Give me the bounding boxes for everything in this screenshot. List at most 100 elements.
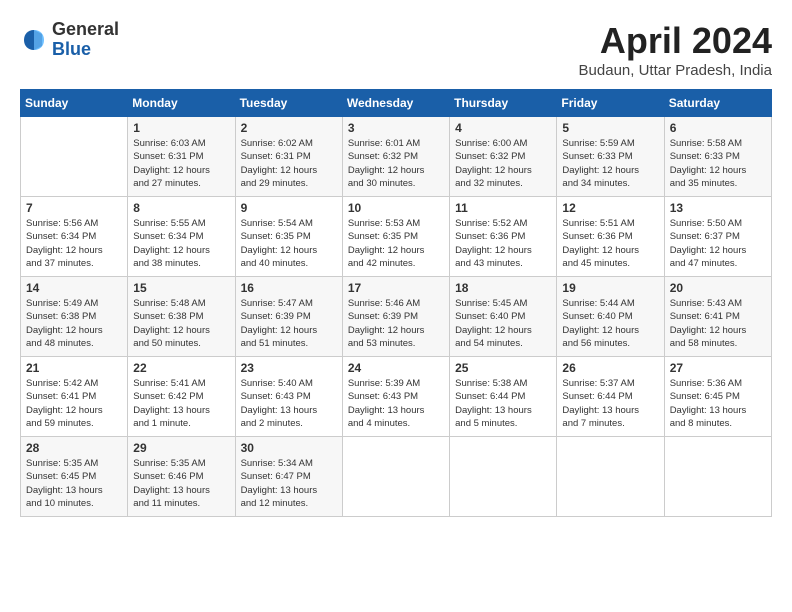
- cell-info: Sunrise: 5:46 AM Sunset: 6:39 PM Dayligh…: [348, 297, 444, 350]
- logo: General Blue: [20, 20, 119, 60]
- month-title: April 2024: [579, 20, 772, 62]
- cell-info: Sunrise: 5:34 AM Sunset: 6:47 PM Dayligh…: [241, 457, 337, 510]
- calendar-cell: 30 Sunrise: 5:34 AM Sunset: 6:47 PM Dayli…: [235, 437, 342, 517]
- cell-info: Sunrise: 5:47 AM Sunset: 6:39 PM Dayligh…: [241, 297, 337, 350]
- cell-info: Sunrise: 5:54 AM Sunset: 6:35 PM Dayligh…: [241, 217, 337, 270]
- cell-info: Sunrise: 5:52 AM Sunset: 6:36 PM Dayligh…: [455, 217, 551, 270]
- col-header-sunday: Sunday: [21, 90, 128, 117]
- day-number: 2: [241, 121, 337, 135]
- col-header-saturday: Saturday: [664, 90, 771, 117]
- cell-info: Sunrise: 5:35 AM Sunset: 6:45 PM Dayligh…: [26, 457, 122, 510]
- day-number: 17: [348, 281, 444, 295]
- cell-info: Sunrise: 5:41 AM Sunset: 6:42 PM Dayligh…: [133, 377, 229, 430]
- calendar-cell: 20 Sunrise: 5:43 AM Sunset: 6:41 PM Dayli…: [664, 277, 771, 357]
- day-number: 7: [26, 201, 122, 215]
- calendar-cell: [557, 437, 664, 517]
- day-number: 22: [133, 361, 229, 375]
- day-number: 16: [241, 281, 337, 295]
- calendar-cell: 6 Sunrise: 5:58 AM Sunset: 6:33 PM Daylig…: [664, 117, 771, 197]
- cell-info: Sunrise: 5:35 AM Sunset: 6:46 PM Dayligh…: [133, 457, 229, 510]
- cell-info: Sunrise: 6:03 AM Sunset: 6:31 PM Dayligh…: [133, 137, 229, 190]
- page-header: General Blue April 2024 Budaun, Uttar Pr…: [20, 20, 772, 79]
- calendar-cell: 7Sunrise: 5:56 AM Sunset: 6:34 PM Daylig…: [21, 197, 128, 277]
- calendar-cell: [450, 437, 557, 517]
- calendar-cell: 5 Sunrise: 5:59 AM Sunset: 6:33 PM Daylig…: [557, 117, 664, 197]
- cell-info: Sunrise: 5:50 AM Sunset: 6:37 PM Dayligh…: [670, 217, 766, 270]
- day-number: 25: [455, 361, 551, 375]
- col-header-monday: Monday: [128, 90, 235, 117]
- calendar-cell: 15 Sunrise: 5:48 AM Sunset: 6:38 PM Dayli…: [128, 277, 235, 357]
- calendar-cell: 28 Sunrise: 5:35 AM Sunset: 6:45 PM Dayli…: [21, 437, 128, 517]
- cell-info: Sunrise: 5:51 AM Sunset: 6:36 PM Dayligh…: [562, 217, 658, 270]
- calendar-table: SundayMondayTuesdayWednesdayThursdayFrid…: [20, 89, 772, 517]
- day-number: 19: [562, 281, 658, 295]
- cell-info: Sunrise: 5:39 AM Sunset: 6:43 PM Dayligh…: [348, 377, 444, 430]
- day-number: 21: [26, 361, 122, 375]
- day-number: 4: [455, 121, 551, 135]
- cell-info: Sunrise: 5:44 AM Sunset: 6:40 PM Dayligh…: [562, 297, 658, 350]
- cell-info: Sunrise: 5:45 AM Sunset: 6:40 PM Dayligh…: [455, 297, 551, 350]
- calendar-cell: 1Sunrise: 6:03 AM Sunset: 6:31 PM Daylig…: [128, 117, 235, 197]
- day-number: 26: [562, 361, 658, 375]
- week-row-4: 28 Sunrise: 5:35 AM Sunset: 6:45 PM Dayli…: [21, 437, 772, 517]
- day-number: 12: [562, 201, 658, 215]
- day-number: 24: [348, 361, 444, 375]
- calendar-cell: 11 Sunrise: 5:52 AM Sunset: 6:36 PM Dayli…: [450, 197, 557, 277]
- calendar-cell: 26 Sunrise: 5:37 AM Sunset: 6:44 PM Dayli…: [557, 357, 664, 437]
- day-number: 18: [455, 281, 551, 295]
- cell-info: Sunrise: 5:37 AM Sunset: 6:44 PM Dayligh…: [562, 377, 658, 430]
- day-number: 10: [348, 201, 444, 215]
- cell-info: Sunrise: 5:43 AM Sunset: 6:41 PM Dayligh…: [670, 297, 766, 350]
- cell-info: Sunrise: 5:55 AM Sunset: 6:34 PM Dayligh…: [133, 217, 229, 270]
- calendar-cell: 9Sunrise: 5:54 AM Sunset: 6:35 PM Daylig…: [235, 197, 342, 277]
- day-number: 29: [133, 441, 229, 455]
- calendar-cell: 10 Sunrise: 5:53 AM Sunset: 6:35 PM Dayli…: [342, 197, 449, 277]
- cell-info: Sunrise: 6:02 AM Sunset: 6:31 PM Dayligh…: [241, 137, 337, 190]
- calendar-cell: 23 Sunrise: 5:40 AM Sunset: 6:43 PM Dayli…: [235, 357, 342, 437]
- cell-info: Sunrise: 5:58 AM Sunset: 6:33 PM Dayligh…: [670, 137, 766, 190]
- calendar-cell: 4 Sunrise: 6:00 AM Sunset: 6:32 PM Daylig…: [450, 117, 557, 197]
- cell-info: Sunrise: 6:00 AM Sunset: 6:32 PM Dayligh…: [455, 137, 551, 190]
- cell-info: Sunrise: 5:49 AM Sunset: 6:38 PM Dayligh…: [26, 297, 122, 350]
- calendar-cell: 19 Sunrise: 5:44 AM Sunset: 6:40 PM Dayli…: [557, 277, 664, 357]
- calendar-cell: 17 Sunrise: 5:46 AM Sunset: 6:39 PM Dayli…: [342, 277, 449, 357]
- logo-text: General Blue: [52, 20, 119, 60]
- day-number: 14: [26, 281, 122, 295]
- header-row: SundayMondayTuesdayWednesdayThursdayFrid…: [21, 90, 772, 117]
- cell-info: Sunrise: 5:36 AM Sunset: 6:45 PM Dayligh…: [670, 377, 766, 430]
- day-number: 15: [133, 281, 229, 295]
- day-number: 6: [670, 121, 766, 135]
- day-number: 3: [348, 121, 444, 135]
- week-row-3: 21 Sunrise: 5:42 AM Sunset: 6:41 PM Dayli…: [21, 357, 772, 437]
- calendar-cell: 25 Sunrise: 5:38 AM Sunset: 6:44 PM Dayli…: [450, 357, 557, 437]
- calendar-cell: [664, 437, 771, 517]
- col-header-wednesday: Wednesday: [342, 90, 449, 117]
- day-number: 28: [26, 441, 122, 455]
- cell-info: Sunrise: 5:59 AM Sunset: 6:33 PM Dayligh…: [562, 137, 658, 190]
- logo-icon: [20, 26, 48, 54]
- day-number: 30: [241, 441, 337, 455]
- day-number: 23: [241, 361, 337, 375]
- col-header-friday: Friday: [557, 90, 664, 117]
- cell-info: Sunrise: 5:42 AM Sunset: 6:41 PM Dayligh…: [26, 377, 122, 430]
- day-number: 20: [670, 281, 766, 295]
- cell-info: Sunrise: 5:48 AM Sunset: 6:38 PM Dayligh…: [133, 297, 229, 350]
- cell-info: Sunrise: 5:40 AM Sunset: 6:43 PM Dayligh…: [241, 377, 337, 430]
- cell-info: Sunrise: 6:01 AM Sunset: 6:32 PM Dayligh…: [348, 137, 444, 190]
- day-number: 27: [670, 361, 766, 375]
- calendar-cell: 18 Sunrise: 5:45 AM Sunset: 6:40 PM Dayli…: [450, 277, 557, 357]
- calendar-cell: 3 Sunrise: 6:01 AM Sunset: 6:32 PM Daylig…: [342, 117, 449, 197]
- calendar-cell: 24 Sunrise: 5:39 AM Sunset: 6:43 PM Dayli…: [342, 357, 449, 437]
- calendar-cell: 21 Sunrise: 5:42 AM Sunset: 6:41 PM Dayli…: [21, 357, 128, 437]
- title-block: April 2024 Budaun, Uttar Pradesh, India: [579, 20, 772, 79]
- day-number: 8: [133, 201, 229, 215]
- cell-info: Sunrise: 5:53 AM Sunset: 6:35 PM Dayligh…: [348, 217, 444, 270]
- day-number: 5: [562, 121, 658, 135]
- day-number: 11: [455, 201, 551, 215]
- calendar-cell: 2 Sunrise: 6:02 AM Sunset: 6:31 PM Daylig…: [235, 117, 342, 197]
- calendar-cell: 16 Sunrise: 5:47 AM Sunset: 6:39 PM Dayli…: [235, 277, 342, 357]
- week-row-0: 1Sunrise: 6:03 AM Sunset: 6:31 PM Daylig…: [21, 117, 772, 197]
- calendar-cell: [21, 117, 128, 197]
- week-row-1: 7Sunrise: 5:56 AM Sunset: 6:34 PM Daylig…: [21, 197, 772, 277]
- cell-info: Sunrise: 5:38 AM Sunset: 6:44 PM Dayligh…: [455, 377, 551, 430]
